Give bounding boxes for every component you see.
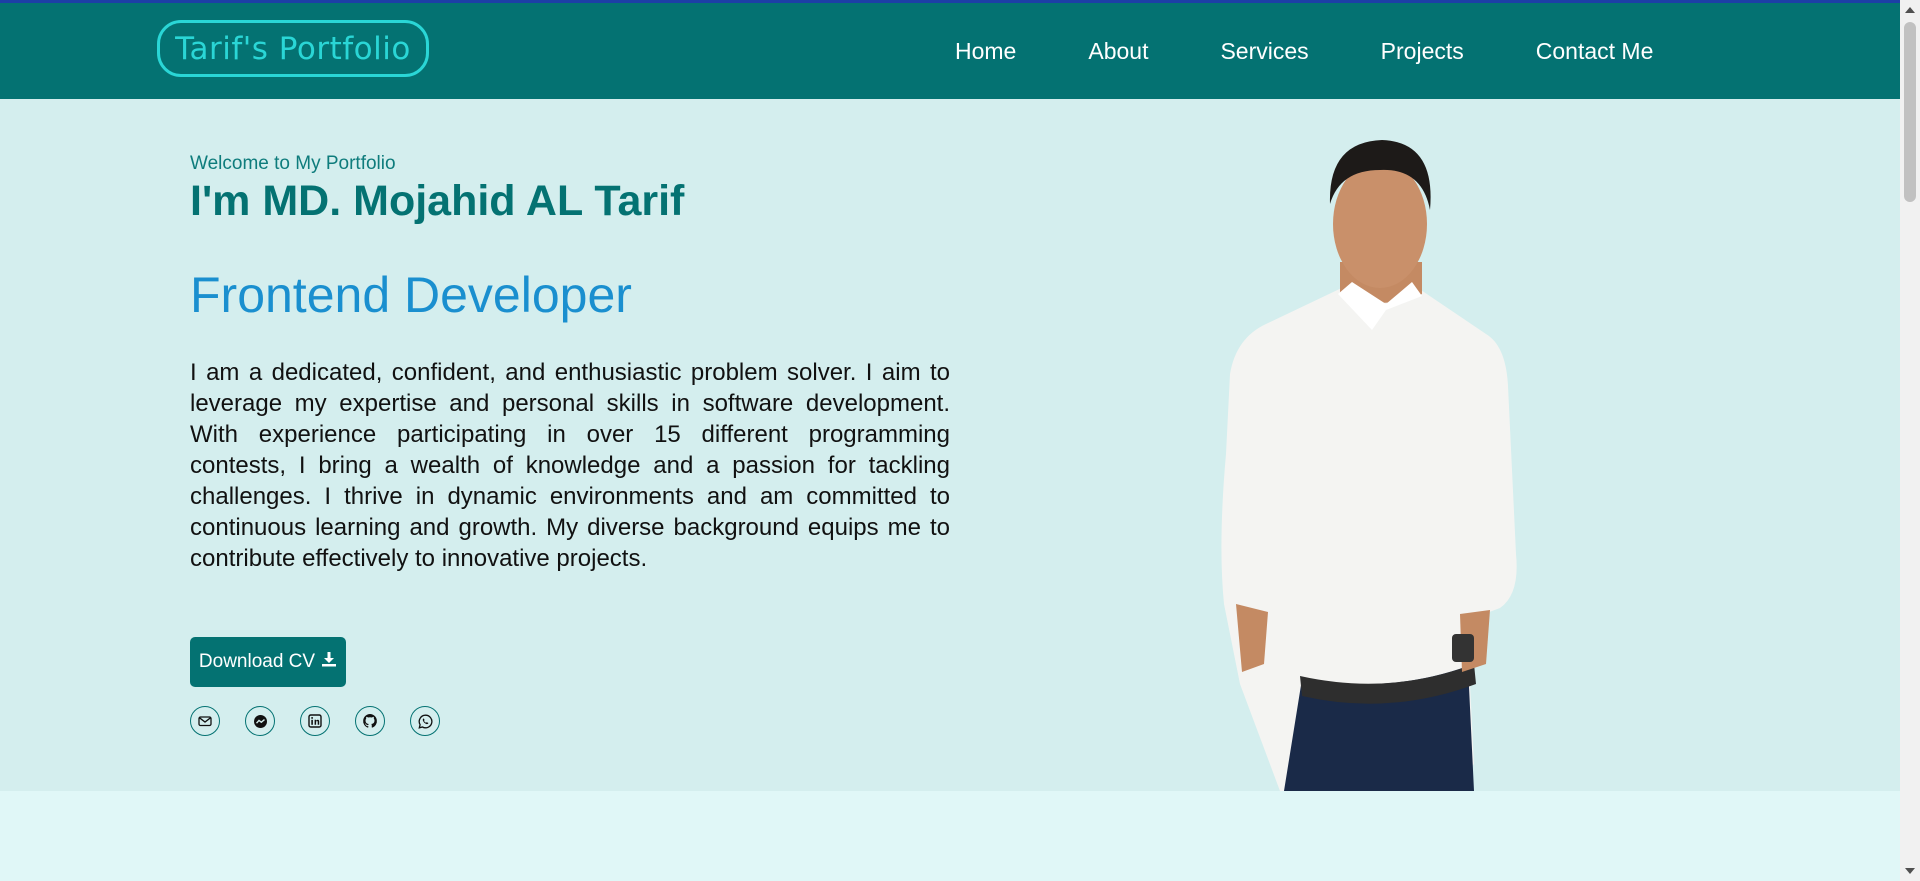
nav-home[interactable]: Home xyxy=(955,38,1016,65)
scroll-up-arrow-icon[interactable] xyxy=(1905,7,1915,13)
hero-name: I'm MD. Mojahid AL Tarif xyxy=(190,177,685,225)
hero-bio: I am a dedicated, confident, and enthusi… xyxy=(190,359,950,572)
scroll-down-arrow-icon[interactable] xyxy=(1905,868,1915,874)
next-section xyxy=(0,791,1900,881)
social-links xyxy=(190,706,440,736)
download-icon xyxy=(321,651,337,673)
nav-services[interactable]: Services xyxy=(1220,38,1308,65)
main-nav: Home About Services Projects Contact Me xyxy=(955,38,1653,65)
scrollbar-thumb[interactable] xyxy=(1904,22,1916,202)
hero-role: Frontend Developer xyxy=(190,267,632,323)
linkedin-icon[interactable] xyxy=(300,706,330,736)
whatsapp-icon[interactable] xyxy=(410,706,440,736)
vertical-scrollbar[interactable] xyxy=(1900,0,1920,881)
github-icon[interactable] xyxy=(355,706,385,736)
welcome-text: Welcome to My Portfolio xyxy=(190,153,396,174)
profile-photo xyxy=(1221,140,1517,791)
nav-projects[interactable]: Projects xyxy=(1381,38,1464,65)
download-cv-button[interactable]: Download CV xyxy=(190,637,346,687)
nav-contact[interactable]: Contact Me xyxy=(1536,38,1654,65)
messenger-icon[interactable] xyxy=(245,706,275,736)
site-logo[interactable]: Tarif's Portfolio xyxy=(157,20,429,77)
download-cv-label: Download CV xyxy=(198,651,316,672)
email-icon[interactable] xyxy=(190,706,220,736)
navbar: Tarif's Portfolio Home About Services Pr… xyxy=(0,3,1900,99)
hero-section: Welcome to My Portfolio I'm MD. Mojahid … xyxy=(0,99,1900,791)
nav-about[interactable]: About xyxy=(1088,38,1148,65)
